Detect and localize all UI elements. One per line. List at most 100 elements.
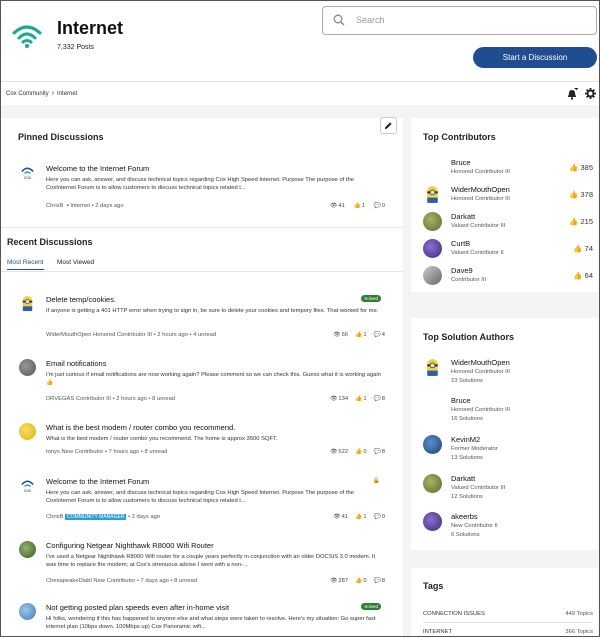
contributor-row[interactable]: Bruce Honored Contributor III 👍 385: [423, 156, 593, 180]
solution-author-row[interactable]: WiderMouthOpen Honored Contributor III 2…: [423, 356, 593, 384]
post-excerpt: What is the best modem / router combo yo…: [46, 436, 278, 442]
contributor-name[interactable]: Darkatt: [451, 212, 475, 221]
views-count: 287: [338, 578, 349, 584]
views-count: 66: [341, 332, 349, 338]
contributor-kudos: 👍 215: [569, 217, 593, 226]
views-icon: 👁: [330, 203, 338, 209]
replies-count: 0: [381, 203, 385, 209]
tag-row[interactable]: INTERNET 366 Topics: [423, 629, 593, 635]
author-rank: Valued Contributor III: [451, 485, 506, 491]
comment-icon: 💬: [373, 449, 381, 455]
tag-name[interactable]: INTERNET: [423, 629, 452, 635]
author-solutions: 23 Solutions: [451, 378, 483, 384]
replies-count: 8: [381, 578, 385, 584]
breadcrumb-root[interactable]: Cox Community: [6, 91, 49, 97]
contributor-row[interactable]: WiderMouthOpen Honored Contributor III 👍…: [423, 183, 593, 207]
tag-count: 449 Topics: [565, 611, 593, 617]
thumbs-up-icon: 👍: [355, 449, 363, 455]
edit-pencil-icon[interactable]: [380, 117, 397, 134]
recent-post[interactable]: Delete temp/cookies. Solved If anyone is…: [17, 289, 395, 345]
post-role: Contributor III: [75, 396, 111, 402]
avatar: [19, 359, 36, 376]
top-contributors-card: Top Contributors Bruce Honored Contribut…: [411, 118, 598, 292]
contributor-name[interactable]: CurtB: [451, 239, 470, 248]
contributor-name[interactable]: Bruce: [451, 158, 471, 167]
post-meta-text: • 2 hours ago • 8 unread: [112, 396, 176, 402]
recent-post[interactable]: Configuring Netgear Nighthawk R8000 Wifi…: [17, 535, 395, 591]
tab-most-recent[interactable]: Most Recent: [7, 259, 44, 270]
kudos-count: 0: [363, 449, 367, 455]
tab-most-viewed[interactable]: Most Viewed: [57, 259, 94, 266]
svg-text:cox: cox: [24, 176, 32, 181]
contributor-name[interactable]: Dave9: [451, 266, 473, 275]
recent-post[interactable]: cox Welcome to the Internet Forum 🔒 Here…: [17, 471, 395, 527]
divider: [423, 622, 593, 623]
kudos-count: 1: [363, 396, 367, 402]
thumbs-up-icon: 👍: [355, 396, 363, 402]
post-title[interactable]: Email notifications: [46, 359, 106, 368]
post-stats: 👁522 👍0 💬8: [323, 449, 385, 455]
post-role: Honored Contributor III: [93, 332, 153, 338]
post-author[interactable]: WiderMouthOpen: [46, 332, 91, 338]
solved-badge: Solved: [361, 603, 381, 610]
pinned-post-title[interactable]: Welcome to the Internet Forum: [46, 164, 149, 173]
post-stats: 👁66 👍1 💬4: [326, 332, 385, 338]
views-icon: 👁: [330, 578, 338, 584]
post-stats: 👁41 👍1 💬0: [326, 514, 385, 520]
comment-icon: 💬: [373, 332, 381, 338]
post-title[interactable]: Configuring Netgear Nighthawk R8000 Wifi…: [46, 541, 214, 550]
post-title[interactable]: What is the best modem / router combo yo…: [46, 423, 235, 432]
start-discussion-button[interactable]: Start a Discussion: [473, 47, 597, 68]
post-author[interactable]: ChrisB: [46, 203, 63, 209]
kudos-count: 74: [584, 244, 593, 253]
post-title[interactable]: Not getting posted plan speeds even afte…: [46, 603, 229, 612]
recent-post[interactable]: Not getting posted plan speeds even afte…: [17, 597, 395, 636]
solution-author-row[interactable]: Bruce Honored Contributor III 16 Solutio…: [423, 394, 593, 422]
solution-author-row[interactable]: KevinM2 Former Moderator 13 Solutions: [423, 433, 593, 461]
solution-author-row[interactable]: akeerbs New Contributor II 6 Solutions: [423, 510, 593, 538]
post-author[interactable]: DRVEGAS: [46, 396, 74, 402]
post-author[interactable]: ChesapeakeDiabl: [46, 578, 92, 584]
post-title[interactable]: Welcome to the Internet Forum: [46, 477, 149, 486]
avatar: [423, 266, 442, 285]
post-count: 7,332 Posts: [57, 44, 94, 51]
avatar: [423, 512, 442, 531]
author-name[interactable]: akeerbs: [451, 512, 478, 521]
contributor-row[interactable]: Dave9 Contributor III 👍 64: [423, 264, 593, 288]
bell-plus-icon[interactable]: [566, 88, 578, 100]
post-excerpt: I'm just curious if email notifications …: [46, 372, 381, 387]
recent-post[interactable]: Email notifications I'm just curious if …: [17, 353, 395, 409]
contributor-row[interactable]: CurtB Valued Contributor II 👍 74: [423, 237, 593, 261]
post-author[interactable]: ChrisB: [46, 514, 63, 520]
contributor-name[interactable]: WiderMouthOpen: [451, 185, 510, 194]
post-meta-text: • 2 hours ago • 4 unread: [153, 332, 217, 338]
search-input[interactable]: Search: [322, 6, 597, 35]
kudos-count: 0: [363, 578, 367, 584]
solution-author-row[interactable]: Darkatt Valued Contributor III 12 Soluti…: [423, 472, 593, 500]
comment-icon: 💬: [373, 514, 381, 520]
gear-icon[interactable]: [585, 88, 596, 99]
tag-name[interactable]: CONNECTION ISSUES: [423, 611, 485, 617]
pinned-post[interactable]: cox Welcome to the Internet Forum Here y…: [17, 158, 395, 219]
post-author[interactable]: tonys: [46, 449, 60, 455]
author-name[interactable]: Bruce: [451, 396, 471, 405]
cox-avatar: cox: [19, 477, 36, 494]
post-stats: 👁134 👍1 💬8: [323, 396, 385, 402]
tag-row[interactable]: CONNECTION ISSUES 449 Topics: [423, 611, 593, 617]
author-name[interactable]: WiderMouthOpen: [451, 358, 510, 367]
post-title[interactable]: Delete temp/cookies.: [46, 295, 116, 304]
recent-post[interactable]: What is the best modem / router combo yo…: [17, 417, 395, 463]
replies-count: 8: [381, 449, 385, 455]
pinned-post-meta: ChrisB ▪ Internet • 2 days ago: [46, 203, 124, 209]
avatar: [19, 423, 36, 440]
avatar: [19, 541, 36, 558]
post-meta-text: Internet • 2 days ago: [70, 203, 124, 209]
comment-icon: 💬: [373, 396, 381, 402]
post-meta: WiderMouthOpen Honored Contributor III •…: [46, 332, 216, 338]
avatar: [19, 603, 36, 620]
author-name[interactable]: Darkatt: [451, 474, 475, 483]
contributor-row[interactable]: Darkatt Valued Contributor III 👍 215: [423, 210, 593, 234]
top-solution-authors-heading: Top Solution Authors: [423, 332, 514, 342]
author-name[interactable]: KevinM2: [451, 435, 480, 444]
kudos-count: 1: [361, 203, 365, 209]
